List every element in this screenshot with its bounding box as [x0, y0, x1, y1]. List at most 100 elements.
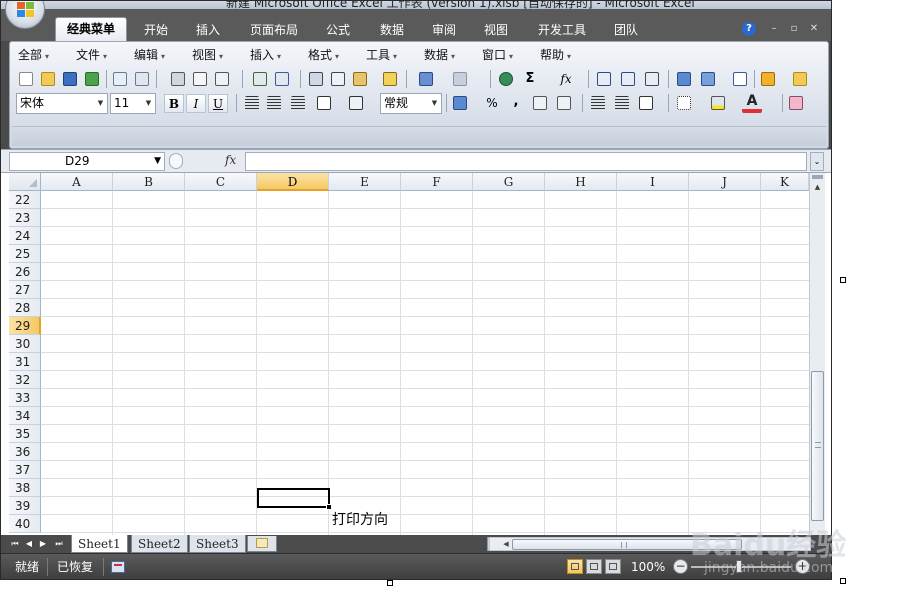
resize-handle-right[interactable]	[840, 277, 846, 283]
font-color-icon[interactable]: A	[742, 93, 762, 113]
row-header-22[interactable]: 22	[9, 191, 41, 209]
menu-data[interactable]: 数据 ▾	[424, 46, 455, 64]
menu-insert[interactable]: 插入 ▾	[250, 46, 281, 64]
menu-all[interactable]: 全部 ▾	[18, 46, 49, 64]
format-painter-icon[interactable]	[380, 69, 400, 89]
active-cell[interactable]	[257, 488, 332, 510]
styles-icon[interactable]	[786, 93, 806, 113]
currency-icon[interactable]	[450, 93, 470, 113]
increase-indent-icon[interactable]	[612, 93, 632, 113]
first-sheet-icon[interactable]: ⏮	[9, 538, 21, 550]
name-box[interactable]: D29 ▼	[9, 152, 165, 171]
insert-function-button[interactable]: fx	[225, 153, 236, 167]
tab-insert[interactable]: 插入	[187, 19, 229, 41]
scroll-left-icon[interactable]: ◀	[500, 538, 512, 550]
borders-icon[interactable]	[674, 93, 694, 113]
insert-sheet-icon[interactable]	[247, 536, 277, 552]
column-header-h[interactable]: H	[545, 173, 617, 191]
horizontal-scroll-thumb[interactable]	[512, 539, 742, 550]
row-header-34[interactable]: 34	[9, 407, 41, 425]
row-header-35[interactable]: 35	[9, 425, 41, 443]
scroll-up-icon[interactable]: ▲	[811, 181, 824, 193]
vertical-scroll-thumb[interactable]	[811, 371, 824, 521]
menu-file[interactable]: 文件 ▾	[76, 46, 107, 64]
tab-formulas[interactable]: 公式	[317, 19, 359, 41]
copy-doc-icon[interactable]	[132, 69, 152, 89]
restore-icon[interactable]: ▫	[787, 23, 801, 35]
italic-button[interactable]: I	[186, 94, 206, 113]
row-header-26[interactable]: 26	[9, 263, 41, 281]
column-header-e[interactable]: E	[329, 173, 401, 191]
row-header-30[interactable]: 30	[9, 335, 41, 353]
menu-view[interactable]: 视图 ▾	[192, 46, 223, 64]
row-header-36[interactable]: 36	[9, 443, 41, 461]
sheet-tab-2[interactable]: Sheet2	[131, 535, 188, 553]
column-header-k[interactable]: K	[761, 173, 809, 191]
increase-decimal-icon[interactable]	[530, 93, 550, 113]
split-handle[interactable]	[812, 175, 823, 179]
tab-classic-menu[interactable]: 经典菜单	[55, 17, 127, 41]
tab-data[interactable]: 数据	[371, 19, 413, 41]
save-icon[interactable]	[60, 69, 80, 89]
cell-area[interactable]	[41, 191, 809, 535]
prev-sheet-icon[interactable]: ◀	[23, 538, 35, 550]
menu-window[interactable]: 窗口 ▾	[482, 46, 513, 64]
page-setup-icon[interactable]	[212, 69, 232, 89]
drawing-icon[interactable]	[698, 69, 718, 89]
row-header-33[interactable]: 33	[9, 389, 41, 407]
formula-bar-handle[interactable]	[169, 153, 183, 169]
resize-handle-bottom[interactable]	[387, 580, 393, 586]
fill-color-icon[interactable]	[708, 93, 728, 113]
macro-record-icon[interactable]	[111, 561, 125, 573]
filter-icon[interactable]	[642, 69, 662, 89]
menu-edit[interactable]: 编辑 ▾	[134, 46, 165, 64]
vertical-scrollbar[interactable]: ▲	[809, 173, 825, 535]
expand-formula-bar-icon[interactable]: ⌄	[810, 152, 824, 171]
comma-button[interactable]: ,	[506, 93, 526, 113]
open-icon[interactable]	[38, 69, 58, 89]
cell-style-icon[interactable]	[636, 93, 656, 113]
row-header-23[interactable]: 23	[9, 209, 41, 227]
tab-page-layout[interactable]: 页面布局	[241, 19, 307, 41]
hyperlink-icon[interactable]	[496, 69, 516, 89]
normal-view-icon[interactable]	[567, 559, 583, 574]
underline-button[interactable]: U	[208, 94, 228, 113]
paste-icon[interactable]	[350, 69, 370, 89]
row-header-39[interactable]: 39	[9, 497, 41, 515]
tab-review[interactable]: 审阅	[423, 19, 465, 41]
autosum-icon[interactable]: Σ	[520, 69, 540, 89]
tab-team[interactable]: 团队	[605, 19, 647, 41]
select-all-button[interactable]	[9, 173, 41, 191]
tab-view[interactable]: 视图	[475, 19, 517, 41]
print-preview-icon[interactable]	[190, 69, 210, 89]
email-icon[interactable]	[110, 69, 130, 89]
copy-icon[interactable]	[328, 69, 348, 89]
permission-icon[interactable]	[82, 69, 102, 89]
column-header-a[interactable]: A	[41, 173, 113, 191]
align-right-icon[interactable]	[288, 93, 308, 113]
tab-developer[interactable]: 开发工具	[529, 19, 595, 41]
column-header-f[interactable]: F	[401, 173, 473, 191]
help-icon[interactable]: ?	[742, 22, 756, 36]
undo-icon[interactable]	[416, 69, 436, 89]
zoom-in-icon[interactable]: +	[795, 559, 810, 574]
zoom-out-icon[interactable]: −	[673, 559, 688, 574]
insert-function-icon[interactable]: fx	[556, 69, 576, 89]
page-break-view-icon[interactable]	[605, 559, 621, 574]
wrap-text-icon[interactable]	[346, 93, 366, 113]
align-left-icon[interactable]	[242, 93, 262, 113]
redo-icon[interactable]	[450, 69, 470, 89]
spelling-icon[interactable]	[250, 69, 270, 89]
menu-format[interactable]: 格式 ▾	[308, 46, 339, 64]
close-icon[interactable]: ✕	[807, 23, 821, 35]
new-icon[interactable]	[16, 69, 36, 89]
row-header-28[interactable]: 28	[9, 299, 41, 317]
zoom-slider-thumb[interactable]	[736, 560, 742, 573]
chart-icon[interactable]	[674, 69, 694, 89]
number-format-select[interactable]: 常规 ▼	[380, 93, 442, 114]
merge-center-icon[interactable]	[314, 93, 334, 113]
bold-button[interactable]: B	[164, 94, 184, 113]
sort-descending-icon[interactable]	[618, 69, 638, 89]
highlight-icon[interactable]	[758, 69, 778, 89]
column-header-i[interactable]: I	[617, 173, 689, 191]
